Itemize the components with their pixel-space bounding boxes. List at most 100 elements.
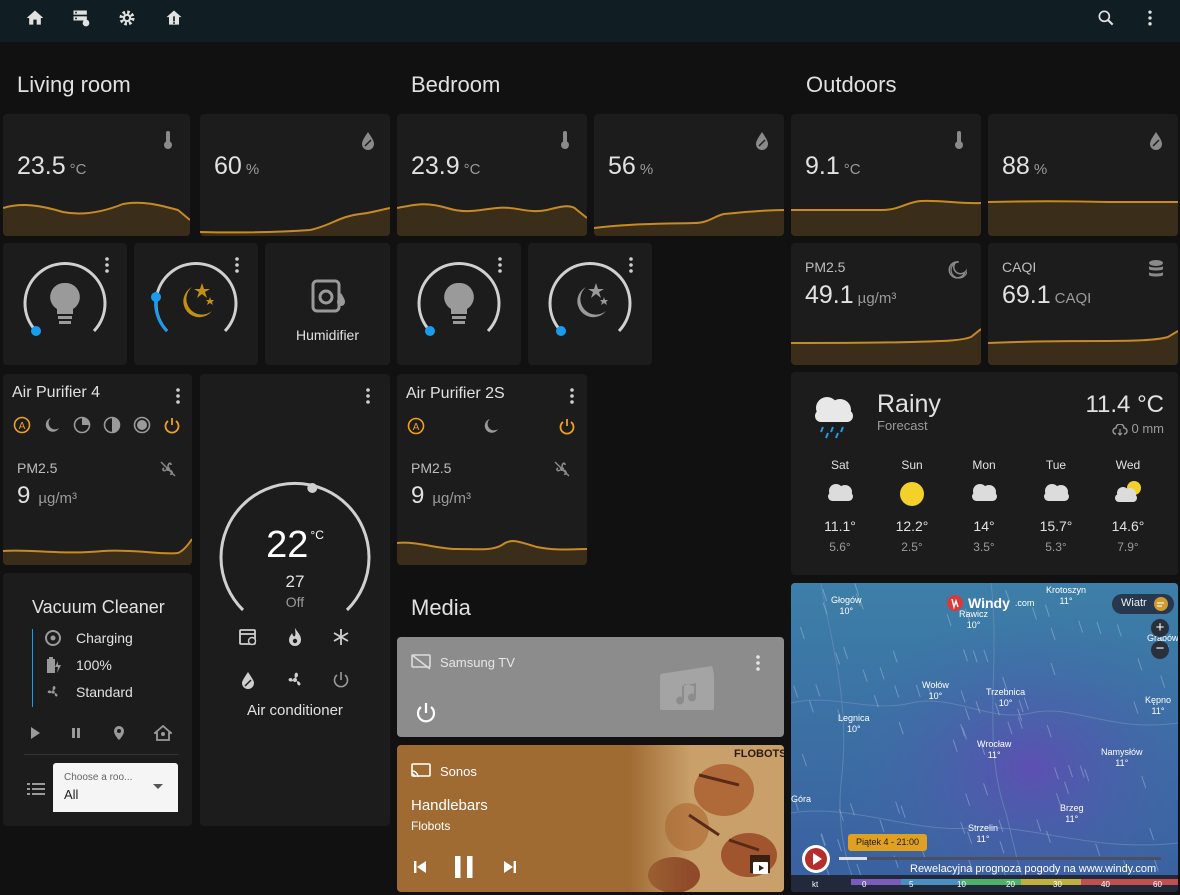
living-humidity-card[interactable]: 60% [200,114,390,236]
temperature-history-graph [3,201,190,236]
more-options-icon[interactable] [104,257,110,273]
speed-low-icon[interactable] [73,416,91,434]
pause-icon[interactable] [453,854,475,880]
weather-night-icon [948,260,967,279]
snowflake-icon[interactable] [331,627,351,647]
forecast-day-name: Sun [901,458,923,472]
skip-previous-icon[interactable] [412,859,428,875]
cloudy-icon [1031,480,1081,510]
temperature-value: 23.5 °C [17,152,87,180]
zoom-in-button[interactable]: + [1151,619,1169,637]
room-select[interactable]: Choose a roo... All [53,763,178,812]
map-city: Rawicz 10° [959,609,989,630]
bedroom-temperature-card[interactable]: 23.9 °C [397,114,587,236]
bedroom-light-card[interactable] [397,243,521,365]
playlist-play-icon[interactable] [751,857,771,877]
living-night-light-card[interactable] [134,243,258,365]
night-mode-icon[interactable] [43,416,61,434]
fire-icon[interactable] [285,627,305,647]
svg-text:A: A [413,422,420,433]
play-button[interactable] [801,844,831,874]
overflow-menu-icon[interactable] [1138,6,1162,30]
play-icon[interactable] [28,726,42,740]
bedroom-air-purifier-card[interactable]: Air Purifier 2S A PM2.5 9 µg/m³ [397,374,587,565]
calendar-sync-icon[interactable] [238,627,258,647]
map-city: Kępno 11° [1145,695,1172,716]
current-temperature: 11.4 °C [1085,391,1164,418]
promo-text: Rewelacyjna prognoza pogody na www.windy… [910,863,1157,875]
outdoor-caqi-card[interactable]: CAQI 69.1 CAQI [988,243,1178,365]
power-icon[interactable] [558,417,576,435]
section-title-bedroom: Bedroom [411,72,501,97]
robot-vacuum-icon [45,630,61,646]
gear-icon[interactable] [115,6,139,30]
more-options-icon[interactable] [175,388,181,404]
pm25-label: PM2.5 [17,460,58,476]
wind-icon [1154,597,1168,611]
vacuum-fan-speed: Standard [76,684,133,700]
cast-off-icon [411,654,431,670]
night-mode-icon[interactable] [482,417,500,435]
power-icon[interactable] [414,701,438,725]
more-options-icon[interactable] [497,257,503,273]
power-icon[interactable] [163,416,181,434]
more-options-icon[interactable] [628,257,634,273]
speed-medium-icon[interactable] [103,416,121,434]
air-conditioner-card[interactable]: 22 °C 27 Off Air conditioner [200,374,390,826]
forecast-low: 5.3° [1045,540,1067,554]
auto-mode-icon[interactable]: A [407,417,425,435]
temperature-history-graph [791,199,981,236]
living-light-card[interactable] [3,243,127,365]
power-icon[interactable] [331,670,351,690]
map-marker-icon[interactable] [111,725,127,741]
scale-label: kt [812,880,819,889]
pm25-label: PM2.5 [411,460,452,476]
windy-map[interactable]: Głogów 10° Rawicz 10° Krotoszyn 11° Wołów 10° Tr… [791,583,1178,892]
humidifier-label: Humidifier [295,327,359,343]
living-air-purifier-card[interactable]: Air Purifier 4 A PM2.5 9 µg/m³ [3,374,192,565]
forecast-high: 15.7° [1039,518,1073,534]
living-temperature-card[interactable]: 23.5 °C [3,114,190,236]
pause-icon[interactable] [69,726,83,740]
home-map-marker-icon[interactable] [154,725,172,741]
weather-night-icon [577,283,608,318]
auto-mode-icon[interactable]: A [13,416,31,434]
forecast-low: 5.6° [829,540,851,554]
more-options-icon[interactable] [569,388,575,404]
zoom-out-button[interactable]: − [1151,641,1169,659]
cast-connected-icon [411,763,431,778]
timeline-track[interactable] [839,857,1161,860]
fan-icon[interactable] [284,670,306,690]
forecast-low: 7.9° [1117,540,1139,554]
forecast-day: Sat 11.1° 5.6° [815,458,865,554]
vacuum-card[interactable]: Vacuum Cleaner Charging 100% Standard Ch… [3,573,192,826]
more-options-icon[interactable] [755,655,761,671]
lightbulb-icon [444,282,474,324]
forecast-day: Mon 14° 3.5° [959,458,1009,554]
samsung-tv-card[interactable]: Samsung TV [397,637,784,737]
more-options-icon[interactable] [234,257,240,273]
speed-high-icon[interactable] [133,416,151,434]
bedroom-humidity-card[interactable]: 56% [594,114,784,236]
forecast-low: 3.5° [973,540,995,554]
humidity-history-graph [200,207,390,236]
search-icon[interactable] [1094,6,1118,30]
weather-forecast-card[interactable]: Rainy Forecast 11.4 °C 0 mm Sat 11.1° 5.6°… [791,372,1178,575]
skip-next-icon[interactable] [502,859,518,875]
outdoor-pm25-card[interactable]: PM2.5 49.1 µg/m³ [791,243,981,365]
forecast-day-name: Mon [972,458,996,472]
humidifier-card[interactable]: Humidifier [265,243,390,365]
home-icon[interactable] [23,6,47,30]
layer-toggle[interactable]: Wiatr [1112,594,1174,614]
section-title-outdoors: Outdoors [806,72,897,97]
outdoor-temperature-card[interactable]: 9.1 °C [791,114,981,236]
bedroom-night-light-card[interactable] [528,243,652,365]
sonos-card[interactable]: FLOBOTS Sonos Handlebars Flobots [397,745,784,892]
home-alert-icon[interactable] [162,6,186,30]
more-options-icon[interactable] [365,388,371,404]
scale-label: 5 [909,880,914,889]
server-network-icon[interactable] [69,6,93,30]
water-percent-icon[interactable] [238,670,258,690]
map-city: Góra [791,794,812,804]
outdoor-humidity-card[interactable]: 88% [988,114,1178,236]
